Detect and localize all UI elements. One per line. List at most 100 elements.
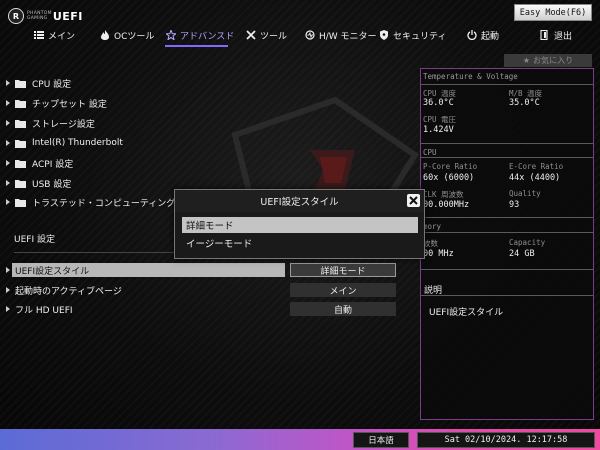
setting-startup-page[interactable]: 起動時のアクティブページ メイン [6, 283, 416, 297]
tools-icon [246, 30, 256, 40]
ecore-ratio-value: 44x (4400) [509, 173, 561, 183]
tab-exit[interactable]: 退出 [540, 24, 572, 46]
mb-temp-value: 35.0°C [509, 98, 540, 108]
menu-item-label: ACPI 設定 [32, 159, 74, 170]
tab-tools-label: ツール [260, 31, 288, 42]
chevron-right-icon [6, 80, 10, 86]
logo-product: UEFI [52, 9, 83, 23]
menu-item-label: チップセット 設定 [32, 99, 107, 110]
folder-icon [15, 119, 26, 128]
bclk-value: 00.000MHz [423, 200, 470, 210]
ecore-ratio-label: E-Core Ratio [509, 162, 564, 171]
quality-value: 93 [509, 200, 520, 210]
shield-icon [380, 30, 388, 40]
power-icon [467, 30, 477, 40]
list-icon [34, 31, 44, 39]
chevron-right-icon [6, 180, 10, 186]
pcore-ratio-label: P-Core Ratio [423, 162, 478, 171]
main-tab-bar: メイン OCツール アドバンスド ツール H/W モニター セキュリティ 起動 … [0, 24, 600, 46]
panel-divider [421, 295, 593, 296]
chevron-right-icon [6, 267, 10, 273]
uefi-style-dialog: UEFI設定スタイル 詳細モード イージーモード [174, 189, 425, 259]
setting-value-dropdown[interactable]: 詳細モード [290, 263, 396, 277]
close-button[interactable] [407, 194, 420, 207]
chevron-right-icon [6, 120, 10, 126]
cpu-voltage-value: 1.424V [423, 125, 454, 135]
exit-icon [540, 30, 548, 40]
chevron-right-icon [6, 140, 10, 146]
quality-label: Quality [509, 189, 541, 198]
tab-advanced[interactable]: アドバンスド [166, 24, 234, 46]
bclk-label: CLK 周波数 [423, 190, 464, 199]
folder-icon [15, 79, 26, 88]
setting-uefi-style[interactable]: UEFI設定スタイル 詳細モード [6, 263, 416, 277]
tab-exit-label: 退出 [554, 31, 573, 42]
easy-mode-button[interactable]: Easy Mode(F6) [514, 4, 592, 21]
setting-label: 起動時のアクティブページ [15, 286, 122, 297]
cpu-header: CPU [423, 148, 437, 157]
dialog-title: UEFI設定スタイル [175, 190, 424, 212]
menu-item-acpi[interactable]: ACPI 設定 [6, 156, 73, 170]
menu-item-label: Intel(R) Thunderbolt [32, 138, 123, 148]
menu-item-label: ストレージ設定 [32, 119, 95, 130]
menu-item-chipset[interactable]: チップセット 設定 [6, 96, 107, 110]
tab-boot[interactable]: 起動 [467, 24, 499, 46]
panel-divider [421, 157, 593, 158]
folder-icon [15, 99, 26, 108]
flame-icon [101, 30, 109, 40]
menu-item-label: トラステッド・コンピューティング [32, 198, 176, 209]
chevron-right-icon [6, 287, 10, 293]
logo-line2: GAMING [27, 16, 48, 21]
setting-value-dropdown[interactable]: メイン [290, 283, 396, 297]
close-icon [409, 196, 418, 205]
menu-item-thunderbolt[interactable]: Intel(R) Thunderbolt [6, 136, 123, 150]
menu-item-usb[interactable]: USB 設定 [6, 176, 71, 190]
cpu-voltage-label: CPU 電圧 [423, 115, 457, 124]
dialog-option-advanced-mode[interactable]: 詳細モード [182, 217, 418, 233]
panel-divider [421, 269, 593, 270]
memory-header: mory [423, 222, 442, 231]
brand-logo: R PHANTOM GAMING UEFI [8, 6, 98, 26]
memory-capacity-value: 24 GB [509, 249, 535, 259]
folder-icon [15, 159, 26, 168]
tab-main-label: メイン [48, 31, 76, 42]
favorites-label: お気に入り [533, 56, 574, 65]
tab-boot-label: 起動 [481, 31, 500, 42]
star-icon: ★ [522, 56, 531, 65]
menu-item-label: USB 設定 [32, 179, 72, 190]
chevron-right-icon [6, 100, 10, 106]
tab-hw-monitor[interactable]: H/W モニター [305, 24, 377, 46]
info-panel: Temperature & Voltage CPU 温度 36.0°C M/B … [420, 68, 594, 420]
panel-divider [421, 217, 593, 218]
panel-divider [421, 232, 593, 233]
language-button[interactable]: 日本語 [353, 432, 409, 448]
tab-security-label: セキュリティ [393, 31, 447, 42]
setting-label: フル HD UEFI [15, 305, 73, 316]
tab-advanced-label: アドバンスド [180, 31, 235, 42]
datetime-display: Sat 02/10/2024. 12:17:58 [417, 432, 595, 448]
monitor-icon [305, 30, 315, 40]
tab-oc-tools[interactable]: OCツール [100, 24, 154, 46]
menu-item-trusted-computing[interactable]: トラステッド・コンピューティング [6, 195, 175, 209]
menu-item-cpu[interactable]: CPU 設定 [6, 76, 71, 90]
menu-item-storage[interactable]: ストレージ設定 [6, 116, 95, 130]
panel-divider [421, 84, 593, 85]
tab-tools[interactable]: ツール [246, 24, 287, 46]
setting-label: UEFI設定スタイル [15, 266, 90, 277]
favorites-button[interactable]: ★ お気に入り [504, 54, 592, 67]
pcore-ratio-value: 60x (6000) [423, 173, 475, 183]
chevron-right-icon [6, 199, 10, 205]
cpu-temp-value: 36.0°C [423, 98, 454, 108]
setting-value-dropdown[interactable]: 自動 [290, 302, 396, 316]
setting-full-hd-uefi[interactable]: フル HD UEFI 自動 [6, 302, 416, 316]
active-tab-indicator [165, 45, 228, 47]
chevron-right-icon [6, 306, 10, 312]
tab-main[interactable]: メイン [34, 24, 75, 46]
section-title: UEFI 設定 [14, 235, 55, 245]
logo-mark: R [8, 8, 24, 24]
tab-security[interactable]: セキュリティ [379, 24, 446, 46]
memory-capacity-label: Capacity [509, 238, 546, 247]
memory-freq-value: 00 MHz [423, 249, 454, 259]
star-icon [166, 30, 176, 40]
dialog-option-easy-mode[interactable]: イージーモード [182, 235, 418, 251]
